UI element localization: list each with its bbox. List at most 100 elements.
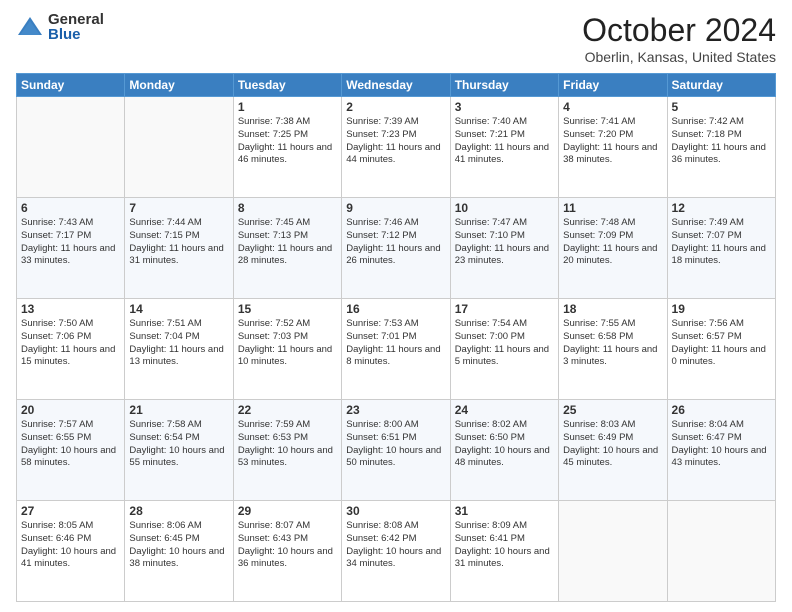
- calendar-cell: 22Sunrise: 7:59 AM Sunset: 6:53 PM Dayli…: [233, 400, 341, 501]
- weekday-header: Friday: [559, 74, 667, 97]
- cell-content: Sunrise: 8:08 AM Sunset: 6:42 PM Dayligh…: [346, 520, 445, 571]
- calendar-cell: 27Sunrise: 8:05 AM Sunset: 6:46 PM Dayli…: [17, 501, 125, 602]
- day-number: 25: [563, 403, 662, 417]
- day-number: 30: [346, 504, 445, 518]
- calendar-week: 20Sunrise: 7:57 AM Sunset: 6:55 PM Dayli…: [17, 400, 776, 501]
- cell-content: Sunrise: 7:45 AM Sunset: 7:13 PM Dayligh…: [238, 217, 337, 268]
- calendar-cell: 19 Sunrise: 7:56 AM Sunset: 6:57 PM Dayli…: [667, 299, 775, 400]
- day-number: 2: [346, 100, 445, 114]
- title-block: October 2024 Oberlin, Kansas, United Sta…: [582, 12, 776, 65]
- day-number: 10: [455, 201, 554, 215]
- calendar-cell: 25 Sunrise: 8:03 AM Sunset: 6:49 PM Dayli…: [559, 400, 667, 501]
- day-number: 11: [563, 201, 662, 215]
- cell-content: Sunrise: 7:41 AM Sunset: 7:20 PM Dayligh…: [563, 116, 662, 167]
- calendar-cell: 20Sunrise: 7:57 AM Sunset: 6:55 PM Dayli…: [17, 400, 125, 501]
- day-number: 8: [238, 201, 337, 215]
- calendar-cell: 2 Sunrise: 7:39 AM Sunset: 7:23 PM Daylig…: [342, 97, 450, 198]
- day-number: 7: [129, 201, 228, 215]
- calendar-cell: [559, 501, 667, 602]
- calendar-cell: 4 Sunrise: 7:41 AM Sunset: 7:20 PM Daylig…: [559, 97, 667, 198]
- calendar-cell: 15 Sunrise: 7:52 AM Sunset: 7:03 PM Dayli…: [233, 299, 341, 400]
- day-number: 6: [21, 201, 120, 215]
- cell-content: Sunrise: 7:42 AM Sunset: 7:18 PM Dayligh…: [672, 116, 771, 167]
- cell-content: Sunrise: 7:52 AM Sunset: 7:03 PM Dayligh…: [238, 318, 337, 369]
- weekday-header: Sunday: [17, 74, 125, 97]
- cell-content: Sunrise: 7:43 AM Sunset: 7:17 PM Dayligh…: [21, 217, 120, 268]
- day-number: 15: [238, 302, 337, 316]
- cell-content: Sunrise: 7:56 AM Sunset: 6:57 PM Dayligh…: [672, 318, 771, 369]
- calendar-cell: 31 Sunrise: 8:09 AM Sunset: 6:41 PM Dayli…: [450, 501, 558, 602]
- calendar-cell: [125, 97, 233, 198]
- cell-content: Sunrise: 8:07 AM Sunset: 6:43 PM Dayligh…: [238, 520, 337, 571]
- day-number: 21: [129, 403, 228, 417]
- calendar-week: 27Sunrise: 8:05 AM Sunset: 6:46 PM Dayli…: [17, 501, 776, 602]
- calendar-cell: 16 Sunrise: 7:53 AM Sunset: 7:01 PM Dayli…: [342, 299, 450, 400]
- day-number: 4: [563, 100, 662, 114]
- day-number: 23: [346, 403, 445, 417]
- cell-content: Sunrise: 8:06 AM Sunset: 6:45 PM Dayligh…: [129, 520, 228, 571]
- calendar-body: 1 Sunrise: 7:38 AM Sunset: 7:25 PM Daylig…: [17, 97, 776, 602]
- calendar-cell: 18 Sunrise: 7:55 AM Sunset: 6:58 PM Dayli…: [559, 299, 667, 400]
- cell-content: Sunrise: 7:53 AM Sunset: 7:01 PM Dayligh…: [346, 318, 445, 369]
- day-number: 24: [455, 403, 554, 417]
- cell-content: Sunrise: 7:44 AM Sunset: 7:15 PM Dayligh…: [129, 217, 228, 268]
- day-number: 19: [672, 302, 771, 316]
- day-number: 31: [455, 504, 554, 518]
- calendar-cell: 3 Sunrise: 7:40 AM Sunset: 7:21 PM Daylig…: [450, 97, 558, 198]
- calendar-cell: 30 Sunrise: 8:08 AM Sunset: 6:42 PM Dayli…: [342, 501, 450, 602]
- day-number: 5: [672, 100, 771, 114]
- cell-content: Sunrise: 8:04 AM Sunset: 6:47 PM Dayligh…: [672, 419, 771, 470]
- day-number: 3: [455, 100, 554, 114]
- day-number: 9: [346, 201, 445, 215]
- calendar-cell: 14 Sunrise: 7:51 AM Sunset: 7:04 PM Dayli…: [125, 299, 233, 400]
- cell-content: Sunrise: 8:03 AM Sunset: 6:49 PM Dayligh…: [563, 419, 662, 470]
- weekday-header: Wednesday: [342, 74, 450, 97]
- calendar-week: 1 Sunrise: 7:38 AM Sunset: 7:25 PM Daylig…: [17, 97, 776, 198]
- cell-content: Sunrise: 7:58 AM Sunset: 6:54 PM Dayligh…: [129, 419, 228, 470]
- day-number: 17: [455, 302, 554, 316]
- cell-content: Sunrise: 7:39 AM Sunset: 7:23 PM Dayligh…: [346, 116, 445, 167]
- calendar-cell: 23Sunrise: 8:00 AM Sunset: 6:51 PM Dayli…: [342, 400, 450, 501]
- logo-icon: [16, 13, 44, 41]
- calendar-cell: [17, 97, 125, 198]
- weekday-header: Tuesday: [233, 74, 341, 97]
- cell-content: Sunrise: 7:40 AM Sunset: 7:21 PM Dayligh…: [455, 116, 554, 167]
- logo-text: General Blue: [48, 12, 104, 42]
- calendar-cell: 17 Sunrise: 7:54 AM Sunset: 7:00 PM Dayli…: [450, 299, 558, 400]
- logo-blue: Blue: [48, 27, 104, 42]
- day-number: 28: [129, 504, 228, 518]
- cell-content: Sunrise: 7:55 AM Sunset: 6:58 PM Dayligh…: [563, 318, 662, 369]
- day-number: 14: [129, 302, 228, 316]
- day-number: 26: [672, 403, 771, 417]
- calendar-cell: 29 Sunrise: 8:07 AM Sunset: 6:43 PM Dayli…: [233, 501, 341, 602]
- day-number: 1: [238, 100, 337, 114]
- calendar-header: SundayMondayTuesdayWednesdayThursdayFrid…: [17, 74, 776, 97]
- day-number: 18: [563, 302, 662, 316]
- calendar-week: 13 Sunrise: 7:50 AM Sunset: 7:06 PM Dayli…: [17, 299, 776, 400]
- calendar-cell: 24Sunrise: 8:02 AM Sunset: 6:50 PM Dayli…: [450, 400, 558, 501]
- calendar-cell: 21 Sunrise: 7:58 AM Sunset: 6:54 PM Dayli…: [125, 400, 233, 501]
- cell-content: Sunrise: 7:48 AM Sunset: 7:09 PM Dayligh…: [563, 217, 662, 268]
- day-number: 20: [21, 403, 120, 417]
- cell-content: Sunrise: 7:51 AM Sunset: 7:04 PM Dayligh…: [129, 318, 228, 369]
- calendar-cell: 10Sunrise: 7:47 AM Sunset: 7:10 PM Dayli…: [450, 198, 558, 299]
- calendar-cell: 1 Sunrise: 7:38 AM Sunset: 7:25 PM Daylig…: [233, 97, 341, 198]
- cell-content: Sunrise: 7:59 AM Sunset: 6:53 PM Dayligh…: [238, 419, 337, 470]
- day-number: 29: [238, 504, 337, 518]
- calendar-cell: 8 Sunrise: 7:45 AM Sunset: 7:13 PM Daylig…: [233, 198, 341, 299]
- cell-content: Sunrise: 8:09 AM Sunset: 6:41 PM Dayligh…: [455, 520, 554, 571]
- header-row: SundayMondayTuesdayWednesdayThursdayFrid…: [17, 74, 776, 97]
- cell-content: Sunrise: 7:38 AM Sunset: 7:25 PM Dayligh…: [238, 116, 337, 167]
- cell-content: Sunrise: 7:49 AM Sunset: 7:07 PM Dayligh…: [672, 217, 771, 268]
- cell-content: Sunrise: 8:05 AM Sunset: 6:46 PM Dayligh…: [21, 520, 120, 571]
- weekday-header: Monday: [125, 74, 233, 97]
- cell-content: Sunrise: 7:54 AM Sunset: 7:00 PM Dayligh…: [455, 318, 554, 369]
- cell-content: Sunrise: 7:50 AM Sunset: 7:06 PM Dayligh…: [21, 318, 120, 369]
- day-number: 16: [346, 302, 445, 316]
- calendar-cell: 12Sunrise: 7:49 AM Sunset: 7:07 PM Dayli…: [667, 198, 775, 299]
- day-number: 13: [21, 302, 120, 316]
- calendar-cell: 5 Sunrise: 7:42 AM Sunset: 7:18 PM Daylig…: [667, 97, 775, 198]
- page: General Blue October 2024 Oberlin, Kansa…: [0, 0, 792, 612]
- calendar-cell: 9Sunrise: 7:46 AM Sunset: 7:12 PM Daylig…: [342, 198, 450, 299]
- calendar-cell: 7 Sunrise: 7:44 AM Sunset: 7:15 PM Daylig…: [125, 198, 233, 299]
